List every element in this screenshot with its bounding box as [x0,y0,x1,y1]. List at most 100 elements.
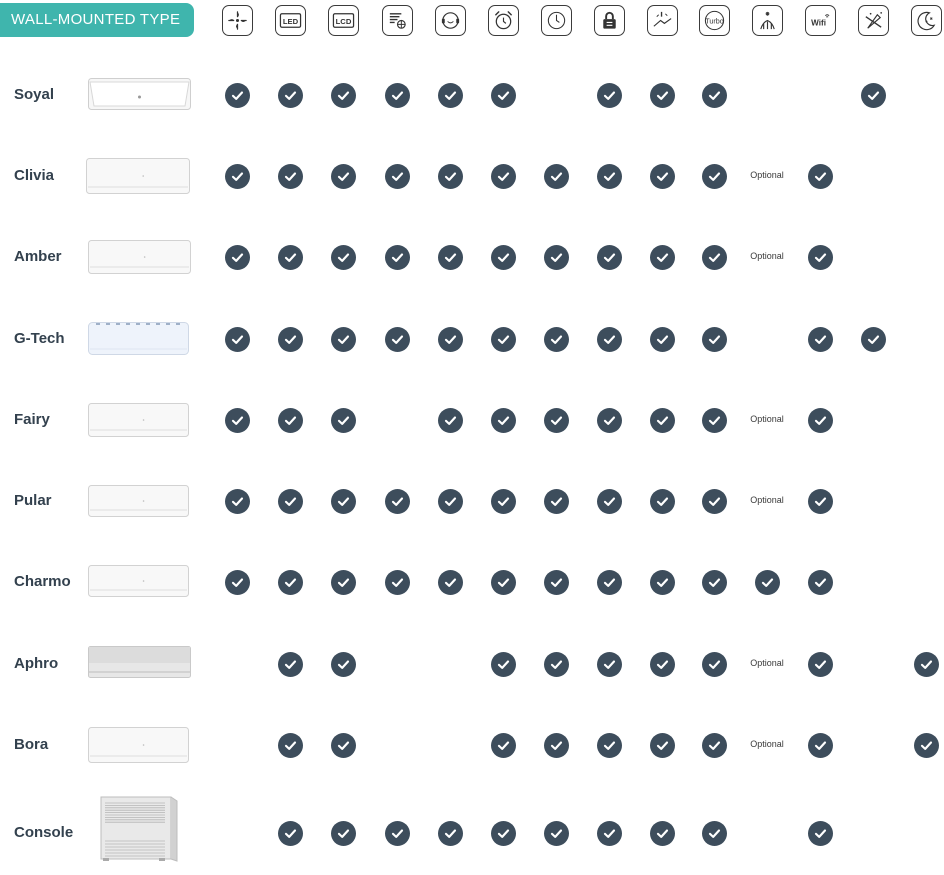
lcd-display-icon: LCD [328,5,359,36]
optional-label: Optional [750,170,784,180]
check-icon [807,732,833,758]
check-icon [596,82,622,108]
svg-text:LED: LED [283,17,299,26]
check-icon [807,244,833,270]
check-icon [384,569,410,595]
check-icon [543,651,569,677]
check-icon [596,569,622,595]
model-name: Fairy [14,411,50,428]
optional-label: Optional [750,251,784,261]
product-image [88,727,189,768]
check-icon [437,163,463,189]
check-icon [330,163,356,189]
anti-mildew-icon [858,5,889,36]
product-image [99,795,179,868]
check-icon [701,651,727,677]
check-icon [224,569,250,595]
check-icon [490,488,516,514]
check-icon [224,163,250,189]
check-icon [596,651,622,677]
self-clean-icon [647,5,678,36]
check-icon [330,244,356,270]
product-image [86,158,190,199]
product-image [88,565,189,602]
check-icon [490,820,516,846]
check-icon [649,244,675,270]
check-icon [490,82,516,108]
check-icon [754,569,780,595]
product-image [88,240,191,279]
fan-icon [222,5,253,36]
fan-speed-icon [382,5,413,36]
check-icon [277,326,303,352]
check-icon [596,732,622,758]
check-icon [543,732,569,758]
check-icon [330,820,356,846]
product-image [88,322,189,360]
check-icon [224,326,250,352]
product-image [88,485,189,522]
optional-label: Optional [750,495,784,505]
check-icon [807,407,833,433]
model-name: Charmo [14,573,71,590]
sleep-mode-icon [911,5,942,36]
check-icon [701,569,727,595]
check-icon [490,244,516,270]
check-icon [330,651,356,677]
check-icon [330,82,356,108]
optional-label: Optional [750,658,784,668]
check-icon [649,326,675,352]
check-icon [490,569,516,595]
model-name: Console [14,824,74,841]
check-icon [330,569,356,595]
model-name: Clivia [14,167,55,184]
check-icon [330,732,356,758]
check-icon [596,488,622,514]
check-icon [807,163,833,189]
check-icon [701,244,727,270]
check-icon [490,651,516,677]
check-icon [543,163,569,189]
check-icon [330,326,356,352]
model-name: Soyal [14,86,55,103]
check-icon [701,732,727,758]
check-icon [543,407,569,433]
product-image [88,403,189,442]
child-lock-icon [594,5,625,36]
check-icon [649,732,675,758]
svg-text:Wifi: Wifi [811,18,826,27]
check-icon [860,82,886,108]
model-name: Bora [14,736,49,753]
check-icon [277,488,303,514]
check-icon [543,488,569,514]
check-icon [649,488,675,514]
check-icon [277,244,303,270]
check-icon [807,488,833,514]
check-icon [701,407,727,433]
check-icon [701,82,727,108]
check-icon [543,820,569,846]
check-icon [596,326,622,352]
check-icon [596,820,622,846]
check-icon [330,407,356,433]
check-icon [543,569,569,595]
led-display-icon: LED [275,5,306,36]
check-icon [701,820,727,846]
check-icon [384,326,410,352]
check-icon [384,820,410,846]
check-icon [277,651,303,677]
check-icon [649,569,675,595]
check-icon [490,163,516,189]
check-icon [224,488,250,514]
check-icon [437,407,463,433]
check-icon [437,488,463,514]
check-icon [437,326,463,352]
optional-label: Optional [750,739,784,749]
product-image [88,78,191,115]
check-icon [330,488,356,514]
model-name: Pular [14,492,52,509]
check-icon [701,488,727,514]
check-icon [490,407,516,433]
check-icon [701,326,727,352]
optional-label: Optional [750,414,784,424]
